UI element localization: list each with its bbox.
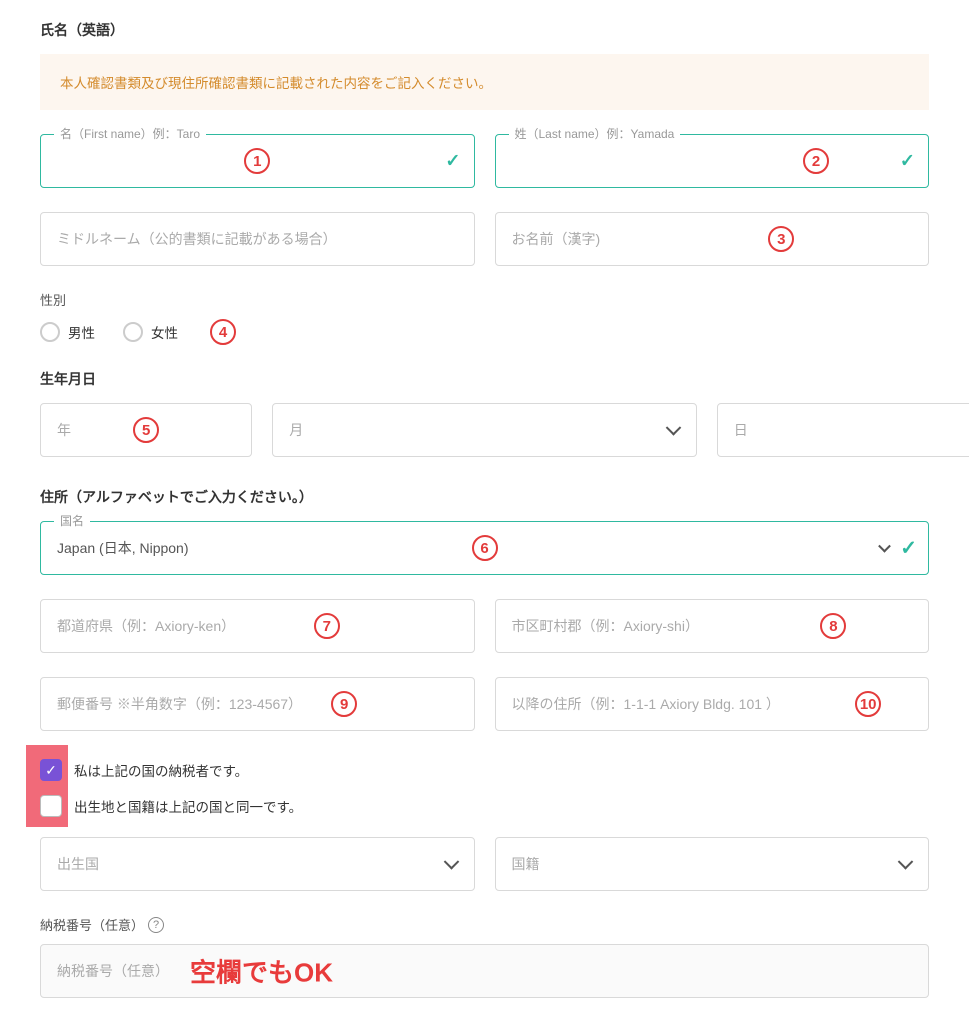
annotation-8: 8 <box>820 613 846 639</box>
postal-input[interactable] <box>40 677 475 731</box>
dob-day-input[interactable] <box>717 403 969 457</box>
section-title-address: 住所（アルファベットでご入力ください。） <box>40 487 929 507</box>
taxpayer-label: 私は上記の国の納税者です。 <box>74 760 248 780</box>
check-icon: ✓ <box>900 536 917 561</box>
annotation-1: 1 <box>244 148 270 174</box>
last-name-input[interactable] <box>495 134 930 188</box>
radio-icon <box>40 322 60 342</box>
nationality-select[interactable] <box>495 837 930 891</box>
annotation-2: 2 <box>803 148 829 174</box>
annotation-7: 7 <box>314 613 340 639</box>
country-label: 国名 <box>54 512 90 529</box>
dob-month-select[interactable] <box>272 403 697 457</box>
help-icon[interactable]: ? <box>148 917 164 933</box>
annotation-4: 4 <box>210 319 236 345</box>
birth-nationality-checkbox[interactable] <box>40 795 62 817</box>
annotation-3: 3 <box>768 226 794 252</box>
annotation-10: 10 <box>855 691 881 717</box>
birth-nationality-label: 出生地と国籍は上記の国と同一です。 <box>74 796 302 816</box>
gender-female-radio[interactable]: 女性 <box>123 322 178 342</box>
city-input[interactable] <box>495 599 930 653</box>
check-icon: ✓ <box>445 151 460 172</box>
kanji-name-input[interactable] <box>495 212 930 266</box>
middle-name-input[interactable] <box>40 212 475 266</box>
birth-country-select[interactable] <box>40 837 475 891</box>
section-title-name-en: 氏名（英語） <box>40 20 929 40</box>
taxpayer-checkbox[interactable]: ✓ <box>40 759 62 781</box>
annotation-blank-ok: 空欄でもOK <box>190 953 333 990</box>
gender-male-label: 男性 <box>68 322 95 342</box>
annotation-9: 9 <box>331 691 357 717</box>
section-title-dob: 生年月日 <box>40 369 929 389</box>
gender-label: 性別 <box>40 290 929 309</box>
last-name-label: 姓（Last name）例：Yamada <box>509 125 681 142</box>
gender-female-label: 女性 <box>151 322 178 342</box>
prefecture-input[interactable] <box>40 599 475 653</box>
country-value: Japan (日本, Nippon) <box>57 538 189 558</box>
first-name-label: 名（First name）例：Taro <box>54 125 206 142</box>
check-icon: ✓ <box>900 151 915 172</box>
tax-number-label: 納税番号（任意） <box>40 915 144 934</box>
radio-icon <box>123 322 143 342</box>
notice-box: 本人確認書類及び現住所確認書類に記載された内容をご記入ください。 <box>40 54 929 110</box>
gender-male-radio[interactable]: 男性 <box>40 322 95 342</box>
annotation-6: 6 <box>472 535 498 561</box>
annotation-5: 5 <box>133 417 159 443</box>
tax-number-input[interactable] <box>40 944 929 998</box>
